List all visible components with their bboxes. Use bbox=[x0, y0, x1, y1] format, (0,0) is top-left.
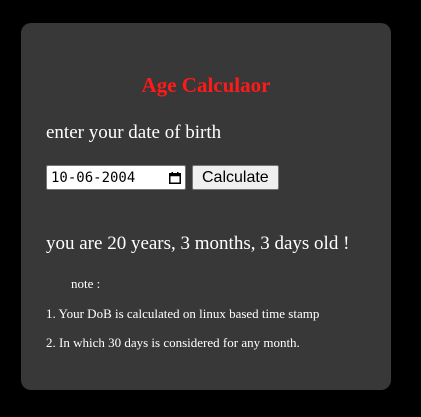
note-label: note : bbox=[71, 276, 101, 291]
note-item: 2. In which 30 days is considered for an… bbox=[46, 335, 300, 350]
dob-date-value: 10-06-2004 bbox=[51, 169, 136, 186]
dob-form: 10-06-2004 Calculate bbox=[46, 165, 279, 190]
dob-date-input[interactable]: 10-06-2004 bbox=[46, 165, 186, 190]
calculator-card: Age Calculaor enter your date of birth 1… bbox=[21, 23, 391, 390]
age-result: you are 20 years, 3 months, 3 days old ! bbox=[46, 233, 350, 254]
note-item: 1. Your DoB is calculated on linux based… bbox=[46, 306, 320, 321]
calculate-button[interactable]: Calculate bbox=[192, 165, 279, 190]
calendar-icon[interactable] bbox=[169, 171, 181, 184]
page-title: Age Calculaor bbox=[141, 73, 271, 97]
dob-prompt: enter your date of birth bbox=[46, 122, 222, 143]
